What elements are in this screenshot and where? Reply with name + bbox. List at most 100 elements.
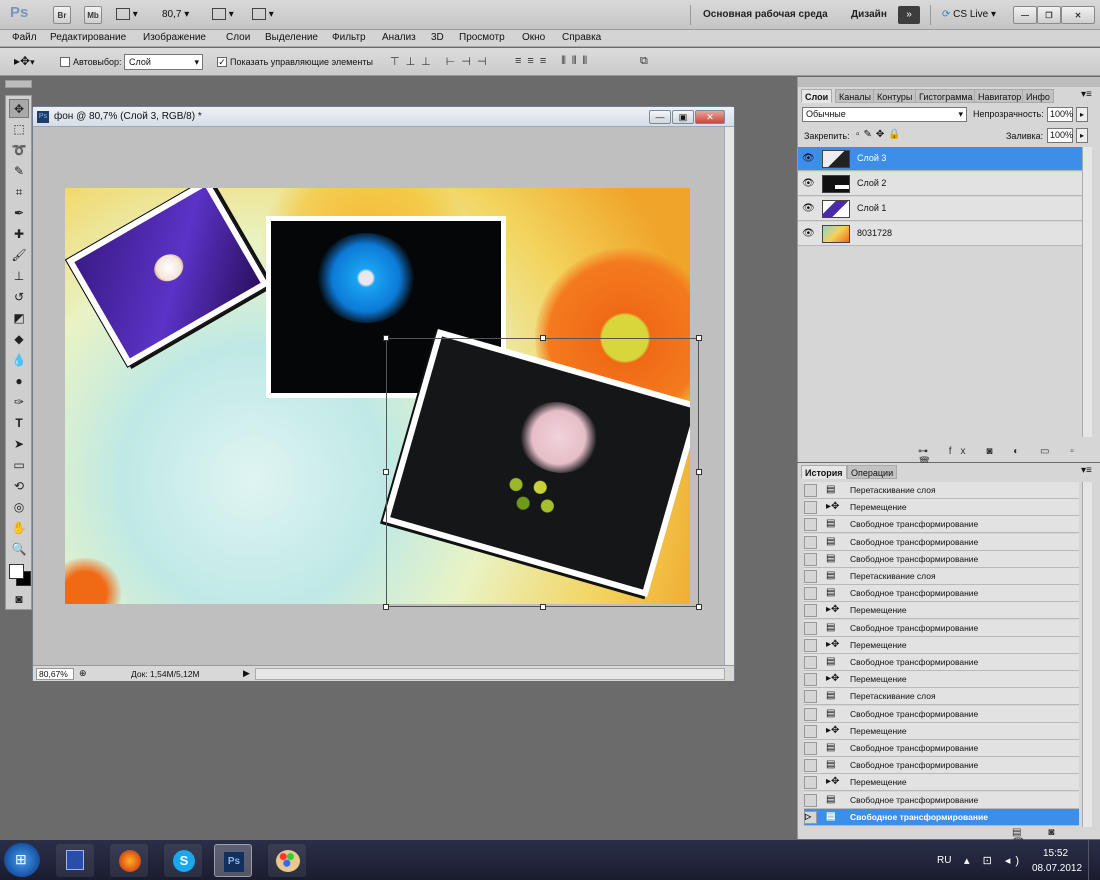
move-tool-preset[interactable]: ▸✥▾ <box>14 54 48 70</box>
taskbar-photoshop[interactable]: Ps <box>214 844 252 877</box>
restore-button[interactable]: ❐ <box>1037 6 1061 24</box>
tray-icons[interactable]: ▴ ⊡ ◂) <box>964 854 1024 867</box>
panel-menu-icon[interactable]: ▾≡ <box>1081 465 1092 476</box>
crop-tool-icon[interactable]: ⌗ <box>9 183 29 202</box>
language-indicator[interactable]: RU <box>937 855 951 866</box>
history-brush-source-checkbox[interactable] <box>804 587 817 601</box>
zoom-level[interactable]: 80,7 ▾ <box>162 6 202 24</box>
transform-handle-mr[interactable] <box>696 469 702 475</box>
3d-orbit-tool-icon[interactable]: ◎ <box>9 498 29 517</box>
history-brush-source-checkbox[interactable] <box>804 604 817 618</box>
history-item[interactable]: ▸✥ Перемещение <box>804 602 1079 620</box>
zoom-tool-icon[interactable]: 🔍 <box>9 540 29 559</box>
tab-paths[interactable]: Контуры <box>873 89 917 103</box>
menu-edit[interactable]: Редактирование <box>50 32 126 43</box>
history-brush-source-checkbox[interactable] <box>804 621 817 635</box>
status-menu-arrow-icon[interactable]: ▶ <box>243 668 250 679</box>
layer-row-2[interactable]: 👁 Слой 2 <box>798 172 1082 196</box>
history-brush-source-checkbox[interactable]: ▷ <box>804 810 817 824</box>
taskbar-paint[interactable] <box>268 844 306 877</box>
minimize-button[interactable]: — <box>1013 6 1037 24</box>
layer-row-1[interactable]: 👁 Слой 1 <box>798 197 1082 221</box>
history-item[interactable]: ▤ Перетаскивание слоя <box>804 482 1079 499</box>
taskbar-save-app[interactable] <box>56 844 94 877</box>
history-item[interactable]: ▸✥ Перемещение <box>804 671 1079 689</box>
autoselect-dropdown[interactable]: Слой ▾ <box>124 54 203 70</box>
layer-row-background[interactable]: 👁 8031728 <box>798 222 1082 246</box>
tab-history[interactable]: История <box>801 465 847 479</box>
history-brush-source-checkbox[interactable] <box>804 552 817 566</box>
menu-view[interactable]: Просмотр <box>459 32 505 43</box>
dodge-tool-icon[interactable]: ● <box>9 372 29 391</box>
screen-mode-button[interactable]: ▾ <box>252 6 280 24</box>
brush-tool-icon[interactable]: 🖌 <box>9 246 29 265</box>
canvas-area[interactable] <box>33 127 724 665</box>
menu-filter[interactable]: Фильтр <box>332 32 366 43</box>
lasso-tool-icon[interactable]: ➰ <box>9 141 29 160</box>
show-controls-checkbox[interactable]: ✓ <box>217 57 227 67</box>
eraser-tool-icon[interactable]: ◩ <box>9 309 29 328</box>
history-item[interactable]: ▸✥ Перемещение <box>804 774 1079 792</box>
layer-name[interactable]: Слой 2 <box>857 178 886 188</box>
history-item[interactable]: ▤ Перетаскивание слоя <box>804 688 1079 706</box>
lock-icons[interactable]: ▫✎✥🔒 <box>856 129 905 140</box>
history-brush-source-checkbox[interactable] <box>804 484 817 497</box>
taskbar-skype[interactable]: S <box>164 844 202 877</box>
history-brush-tool-icon[interactable]: ↺ <box>9 288 29 307</box>
arrange-documents-button[interactable]: ▾ <box>212 6 240 24</box>
view-extras-button[interactable]: ▾ <box>116 6 144 24</box>
tab-info[interactable]: Инфо <box>1022 89 1054 103</box>
history-item[interactable]: ▤ Свободное трансформирование <box>804 791 1079 809</box>
layer-row-3[interactable]: 👁 Слой 3 <box>798 147 1082 171</box>
history-item[interactable]: ▤ Свободное трансформирование <box>804 516 1079 534</box>
history-brush-source-checkbox[interactable] <box>804 724 817 738</box>
mini-bridge-button[interactable]: Mb <box>84 6 102 24</box>
layer-name[interactable]: Слой 1 <box>857 203 886 213</box>
history-item[interactable]: ▤ Свободное трансформирование <box>804 550 1079 568</box>
align-buttons[interactable]: ⊤⊥⊥ ⊢⊣⊣ <box>390 55 493 68</box>
quick-mask-icon[interactable]: ◙ <box>9 590 29 609</box>
history-item[interactable]: ▤ Свободное трансформирование <box>804 740 1079 757</box>
blend-mode-dropdown[interactable]: Обычные ▾ <box>802 107 967 122</box>
menu-help[interactable]: Справка <box>562 32 601 43</box>
autoselect-checkbox[interactable] <box>60 57 70 67</box>
eye-icon[interactable]: 👁 <box>802 178 816 190</box>
cs-live-button[interactable]: ⟳ CS Live ▾ <box>942 6 996 24</box>
healing-tool-icon[interactable]: ✚ <box>9 225 29 244</box>
history-brush-source-checkbox[interactable] <box>804 776 817 790</box>
panel-menu-icon[interactable]: ▾≡ <box>1081 89 1092 100</box>
quick-select-tool-icon[interactable]: ✎ <box>9 162 29 181</box>
workspace-essentials[interactable]: Основная рабочая среда <box>703 6 828 24</box>
vertical-scrollbar[interactable] <box>724 127 734 665</box>
history-brush-source-checkbox[interactable] <box>804 535 817 549</box>
horizontal-scrollbar[interactable] <box>255 668 725 680</box>
history-brush-source-checkbox[interactable] <box>804 793 817 807</box>
history-item[interactable]: ▸✥ Перемещение <box>804 722 1079 740</box>
transform-handle-tl[interactable] <box>383 335 389 341</box>
history-brush-source-checkbox[interactable] <box>804 707 817 721</box>
opacity-field[interactable]: 100% <box>1047 107 1073 122</box>
history-item[interactable]: ▷ ▤ Свободное трансформирование <box>804 808 1079 826</box>
workspace-more-button[interactable]: » <box>898 6 920 24</box>
tab-actions[interactable]: Операции <box>847 465 898 479</box>
doc-restore-button[interactable]: ▣ <box>672 110 694 124</box>
history-scrollbar[interactable] <box>1082 482 1092 827</box>
menu-layers[interactable]: Слои <box>226 32 250 43</box>
stamp-tool-icon[interactable]: ⊥ <box>9 267 29 286</box>
workspace-design[interactable]: Дизайн <box>851 6 887 24</box>
tab-navigator[interactable]: Навигатор <box>974 89 1026 103</box>
menu-window[interactable]: Окно <box>522 32 545 43</box>
history-item[interactable]: ▤ Свободное трансформирование <box>804 619 1079 637</box>
tab-channels[interactable]: Каналы <box>835 89 875 103</box>
toolbox-grip[interactable] <box>5 80 32 88</box>
move-tool-icon[interactable]: ✥ <box>9 99 29 118</box>
menu-image[interactable]: Изображение <box>143 32 206 43</box>
history-item[interactable]: ▤ Свободное трансформирование <box>804 533 1079 551</box>
menu-file[interactable]: Файл <box>12 32 37 43</box>
opacity-slider-arrow-icon[interactable]: ▸ <box>1076 107 1088 122</box>
eye-icon[interactable]: 👁 <box>802 228 816 240</box>
close-button[interactable]: ✕ <box>1061 6 1095 24</box>
menu-analysis[interactable]: Анализ <box>382 32 416 43</box>
history-brush-source-checkbox[interactable] <box>804 690 817 704</box>
history-brush-source-checkbox[interactable] <box>804 570 817 583</box>
